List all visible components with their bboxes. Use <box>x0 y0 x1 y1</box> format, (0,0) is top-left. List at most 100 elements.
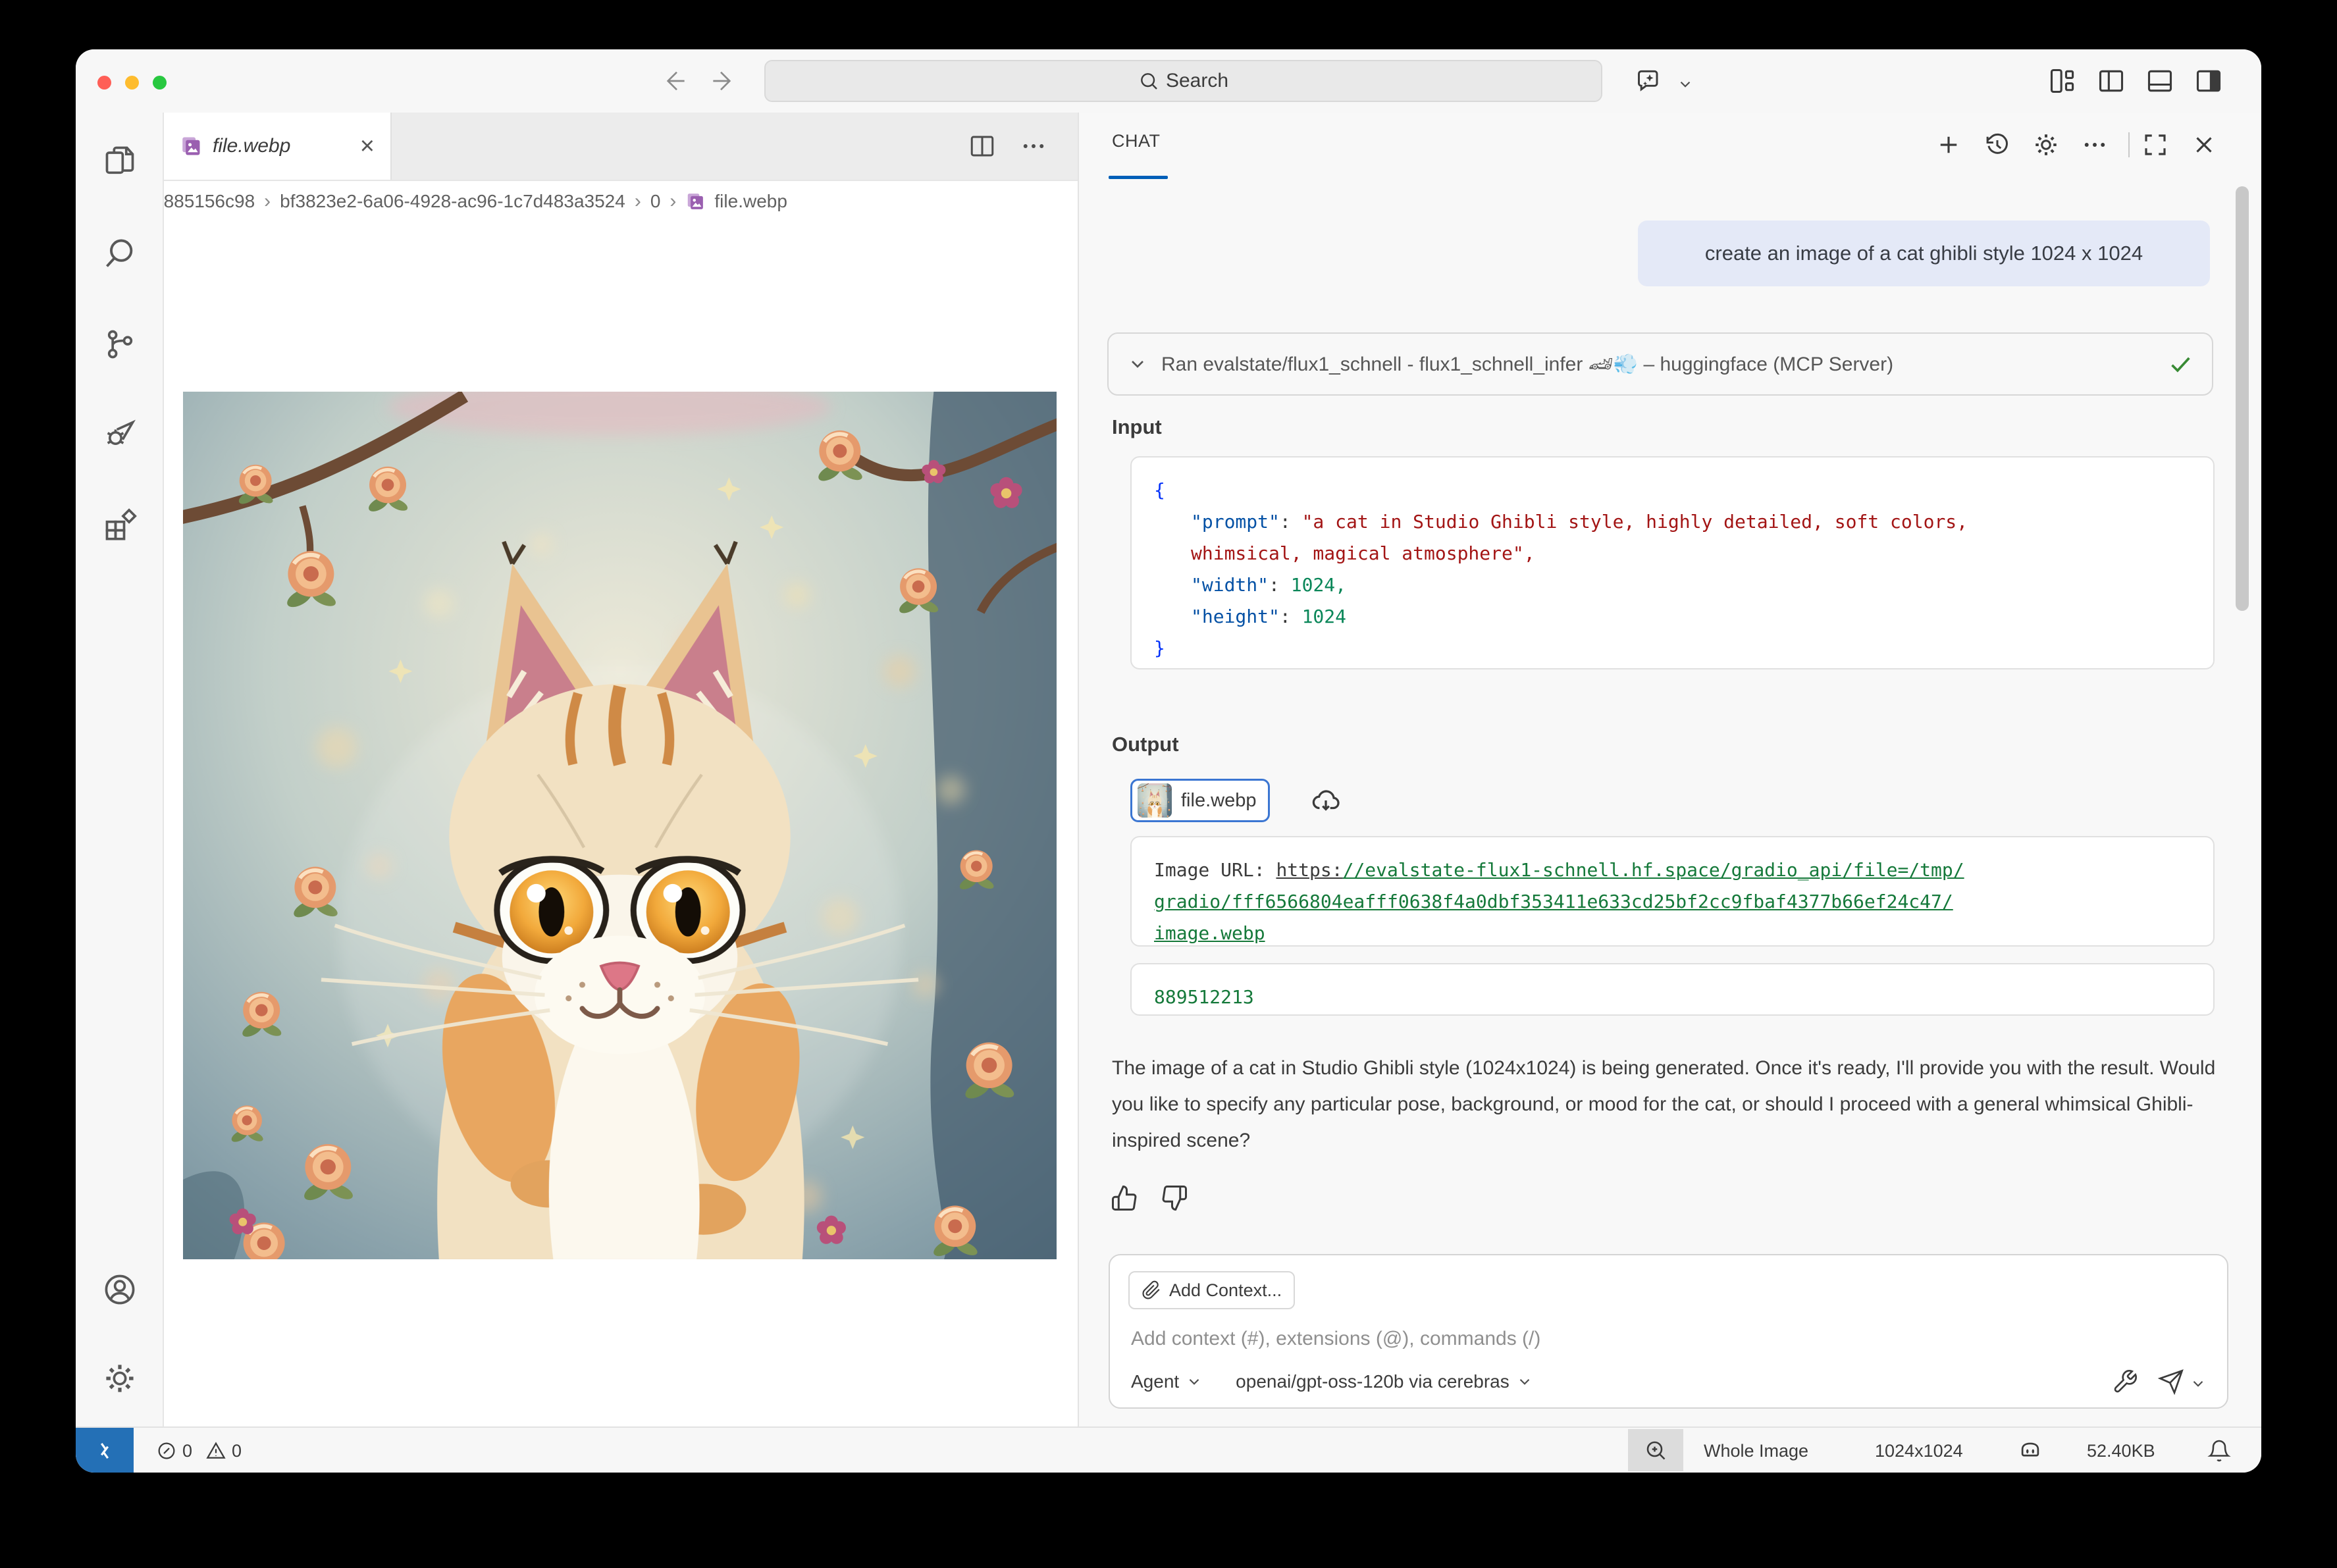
copilot-menu-icon[interactable] <box>1635 66 1664 95</box>
tab-label: file.webp <box>213 135 350 157</box>
image-url-link[interactable]: https: <box>1276 859 1342 881</box>
settings-gear-icon[interactable] <box>103 1361 137 1396</box>
chat-tab-active-underline <box>1109 176 1168 179</box>
chat-scrollbar-thumb[interactable] <box>2236 186 2249 611</box>
user-message-text: create an image of a cat ghibli style 10… <box>1705 242 2143 265</box>
image-url-link[interactable]: gradio/fff6566804eafff0638f4a0dbf353411e… <box>1154 891 1953 912</box>
errors-icon <box>156 1440 177 1461</box>
breadcrumb-segment[interactable]: bf3823e2-6a06-4928-ac96-1c7d483a3524 <box>280 191 625 212</box>
remote-indicator[interactable] <box>76 1428 134 1473</box>
forward-arrow-icon[interactable] <box>711 68 737 94</box>
source-control-icon[interactable] <box>103 327 137 361</box>
model-picker-chevron-icon[interactable] <box>1516 1373 1533 1390</box>
success-check-icon <box>2167 351 2193 377</box>
result-id: 889512213 <box>1154 986 1254 1008</box>
maximize-chat-icon[interactable] <box>2141 131 2169 159</box>
editor-tab-strip: file.webp × <box>164 113 1078 181</box>
file-thumbnail <box>1138 783 1172 818</box>
warnings-count: 0 <box>232 1441 242 1461</box>
explorer-icon[interactable] <box>103 144 137 178</box>
activity-bar <box>76 113 164 1426</box>
chat-input-container[interactable]: Add Context... Add context (#), extensio… <box>1109 1254 2228 1409</box>
new-chat-icon[interactable] <box>1935 131 1962 159</box>
send-options-chevron-icon[interactable] <box>2190 1375 2207 1392</box>
chat-settings-gear-icon[interactable] <box>2032 131 2060 159</box>
breadcrumb[interactable]: 2885156c98 › bf3823e2-6a06-4928-ac96-1c7… <box>164 181 1078 222</box>
search-view-icon[interactable] <box>103 236 137 271</box>
chat-panel: CHAT create an image of a cat ghibli sty… <box>1078 113 2261 1426</box>
file-size-status[interactable]: 52.40KB <box>2087 1428 2155 1473</box>
json-string: "a cat in Studio Ghibli style, highly de… <box>1302 511 1968 533</box>
chevron-down-icon <box>1127 353 1148 375</box>
account-icon[interactable] <box>103 1272 137 1307</box>
user-message-bubble: create an image of a cat ghibli style 10… <box>1638 221 2210 286</box>
image-preview-editor <box>164 222 1078 1426</box>
toggle-secondary-sidebar-icon[interactable] <box>2194 66 2223 95</box>
run-debug-icon[interactable] <box>103 417 137 451</box>
image-url-code-block: Image URL: https://evalstate-flux1-schne… <box>1130 836 2215 947</box>
breadcrumb-segment[interactable]: file.webp <box>714 191 787 212</box>
problems-status[interactable]: 0 0 <box>156 1428 242 1473</box>
generated-cat-image[interactable] <box>183 392 1057 1259</box>
json-key: "height" <box>1191 606 1280 627</box>
send-icon[interactable] <box>2158 1369 2184 1395</box>
json-key: "width" <box>1191 574 1269 596</box>
search-label: Search <box>1166 70 1228 92</box>
extensions-icon[interactable] <box>103 508 137 542</box>
add-context-button[interactable]: Add Context... <box>1128 1271 1295 1309</box>
image-url-link[interactable]: //evalstate-flux1-schnell.hf.space/gradi… <box>1343 859 1964 881</box>
split-editor-icon[interactable] <box>968 132 996 160</box>
result-id-code-block: 889512213 <box>1130 963 2215 1016</box>
vscode-window: Search <box>76 49 2261 1473</box>
customize-layout-icon[interactable] <box>2048 66 2077 95</box>
maximize-traffic-light[interactable] <box>153 76 167 90</box>
mode-picker[interactable]: Agent <box>1131 1371 1179 1392</box>
copilot-status-icon[interactable] <box>2018 1428 2043 1473</box>
image-dimensions-status[interactable]: 1024x1024 <box>1875 1428 1963 1473</box>
status-bar: 0 0 Whole Image 1024x1024 52.40KB <box>76 1426 2261 1473</box>
minimize-traffic-light[interactable] <box>125 76 139 90</box>
chat-history-icon[interactable] <box>1983 131 2011 159</box>
cloud-download-icon[interactable] <box>1311 785 1341 816</box>
json-key: "prompt" <box>1191 511 1280 533</box>
toggle-primary-sidebar-icon[interactable] <box>2097 66 2126 95</box>
copilot-menu-chevron-icon[interactable] <box>1677 76 1694 93</box>
input-section-heading: Input <box>1112 415 1162 439</box>
model-picker[interactable]: openai/gpt-oss-120b via cerebras <box>1236 1371 1510 1392</box>
breadcrumb-separator-icon: › <box>264 190 271 213</box>
thumbs-down-icon[interactable] <box>1161 1184 1188 1212</box>
chat-more-actions-icon[interactable] <box>2081 131 2109 159</box>
notifications-bell-icon[interactable] <box>2207 1428 2231 1473</box>
tab-close-icon[interactable]: × <box>360 134 375 159</box>
tab-file-webp[interactable]: file.webp × <box>164 113 392 180</box>
image-url-link[interactable]: image.webp <box>1154 922 1265 944</box>
breadcrumb-separator-icon: › <box>670 190 676 213</box>
zoom-in-icon <box>1644 1438 1667 1462</box>
json-brace: } <box>1154 637 1165 659</box>
paperclip-icon <box>1142 1280 1161 1300</box>
zoom-level-status[interactable]: Whole Image <box>1704 1428 1808 1473</box>
toggle-panel-icon[interactable] <box>2145 66 2174 95</box>
more-actions-icon[interactable] <box>1020 132 1047 160</box>
back-arrow-icon[interactable] <box>660 68 687 94</box>
breadcrumb-separator-icon: › <box>635 190 641 213</box>
close-traffic-light[interactable] <box>97 76 111 90</box>
json-string: whimsical, magical atmosphere", <box>1191 542 1535 564</box>
output-file-chip[interactable]: file.webp <box>1130 779 1270 822</box>
chat-panel-title[interactable]: CHAT <box>1112 131 1161 151</box>
title-bar: Search <box>76 49 2261 114</box>
mode-picker-chevron-icon[interactable] <box>1186 1373 1203 1390</box>
remote-icon <box>92 1438 117 1463</box>
command-center-search[interactable]: Search <box>764 60 1602 102</box>
tools-icon[interactable] <box>2112 1369 2138 1395</box>
close-chat-icon[interactable] <box>2190 131 2218 159</box>
tool-call-title: Ran evalstate/flux1_schnell - flux1_schn… <box>1161 353 2154 376</box>
json-number: 1024 <box>1302 606 1346 627</box>
thumbs-up-icon[interactable] <box>1111 1184 1138 1212</box>
breadcrumb-segment[interactable]: 2885156c98 <box>164 191 255 212</box>
image-file-icon <box>180 135 202 157</box>
zoom-image-button[interactable] <box>1628 1429 1683 1471</box>
breadcrumb-segment[interactable]: 0 <box>650 191 661 212</box>
chat-input-placeholder[interactable]: Add context (#), extensions (@), command… <box>1131 1328 1540 1350</box>
tool-call-header[interactable]: Ran evalstate/flux1_schnell - flux1_schn… <box>1107 332 2213 396</box>
